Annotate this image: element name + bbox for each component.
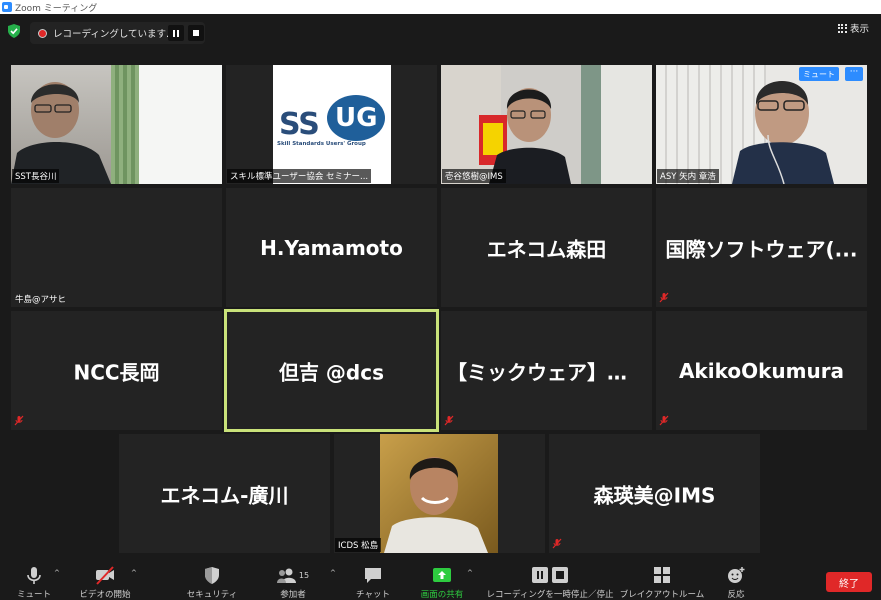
stop-recording-icon xyxy=(552,567,568,583)
video-tile[interactable]: 森瑛美@IMS xyxy=(549,434,760,553)
participant-name: ASY 矢内 章浩 xyxy=(657,169,719,183)
breakout-rooms-button[interactable]: ブレイクアウトルーム xyxy=(618,556,706,600)
logo-ss-text: SS xyxy=(279,107,320,142)
video-tile[interactable]: SST長谷川 xyxy=(11,65,222,184)
muted-mic-icon xyxy=(659,415,669,426)
participants-icon-group: 15 xyxy=(275,564,311,586)
participant-name: 牛島@アサヒ xyxy=(15,295,67,305)
chat-button[interactable]: チャット xyxy=(352,556,394,600)
mute-options-caret-icon[interactable]: ^ xyxy=(54,569,60,577)
video-tile[interactable]: エネコム-廣川 xyxy=(119,434,330,553)
participant-display-name: 【ミックウェア】あお... xyxy=(447,360,652,384)
grid-view-icon xyxy=(837,23,847,33)
meeting-toolbar: ミュート ^ ビデオの開始 ^ セキュリティ 15 参加者 ^ チャット 画面の… xyxy=(0,556,881,600)
mute-label: ミュート xyxy=(16,590,51,600)
recording-label: レコーディングしています... xyxy=(53,29,176,40)
reactions-button[interactable]: 反応 xyxy=(720,556,752,600)
video-tile[interactable]: ミュート ··· ASY 矢内 章浩 xyxy=(656,65,867,184)
participant-name: SST長谷川 xyxy=(12,169,60,183)
share-screen-icon xyxy=(433,568,451,582)
participant-display-name: エネコム-廣川 xyxy=(160,483,289,507)
chat-label: チャット xyxy=(356,590,390,600)
view-button[interactable]: 表示 xyxy=(834,20,873,36)
muted-mic-icon xyxy=(552,538,562,549)
stop-icon xyxy=(193,30,199,36)
participants-label: 参加者 xyxy=(280,590,306,600)
security-button[interactable]: セキュリティ xyxy=(185,556,239,600)
participant-display-name: エネコム森田 xyxy=(486,237,607,261)
logo-ug-text: UG xyxy=(335,103,378,133)
reactions-label: 反応 xyxy=(727,590,745,600)
video-tile[interactable]: 牛島@アサヒ xyxy=(11,188,222,307)
zoom-window: Zoom ミーティング レコーディングしています... 表示 SST長谷川 SS… xyxy=(0,0,881,600)
logo-subtitle: Skill Standards Users' Group xyxy=(277,141,366,147)
video-tile[interactable]: NCC長岡 xyxy=(11,311,222,430)
end-meeting-button[interactable]: 終了 xyxy=(826,572,872,592)
recording-controls-icon-group xyxy=(530,564,570,586)
breakout-rooms-icon xyxy=(654,567,670,583)
video-tile[interactable]: 壱谷悠樹@IMS xyxy=(441,65,652,184)
title-bar: Zoom ミーティング xyxy=(0,0,881,14)
share-options-caret-icon[interactable]: ^ xyxy=(467,569,473,577)
video-tile[interactable]: 【ミックウェア】あお... xyxy=(441,311,652,430)
muted-mic-icon xyxy=(659,292,669,303)
participant-display-name: 但吉 @dcs xyxy=(278,360,385,384)
recording-control-button[interactable]: レコーディングを一時停止／停止 xyxy=(485,556,615,600)
participant-name: 壱谷悠樹@IMS xyxy=(442,169,506,183)
view-label: 表示 xyxy=(849,24,869,35)
meeting-top-bar: レコーディングしています... 表示 xyxy=(0,14,881,50)
muted-mic-icon xyxy=(444,415,454,426)
microphone-icon xyxy=(27,567,41,584)
security-shield-icon xyxy=(205,567,219,584)
window-light xyxy=(139,65,222,184)
pause-icon xyxy=(173,29,179,37)
more-options-button[interactable]: ··· xyxy=(845,67,863,81)
participants-icon xyxy=(276,568,296,583)
mute-button[interactable]: ミュート xyxy=(14,556,54,600)
participant-video-image xyxy=(732,81,834,184)
video-tile[interactable]: SS UG Skill Standards Users' Group スキル標準… xyxy=(226,65,437,184)
participants-options-caret-icon[interactable]: ^ xyxy=(330,569,336,577)
participant-display-name: H.Yamamoto xyxy=(260,235,403,260)
video-tile[interactable]: ICDS 松島 xyxy=(334,434,545,553)
video-tile[interactable]: エネコム森田 xyxy=(441,188,652,307)
reactions-emoji-icon xyxy=(728,567,745,583)
active-speaker-tile[interactable]: 但吉 @dcs xyxy=(224,309,439,432)
video-tile[interactable]: 国際ソフトウェア(... xyxy=(656,188,867,307)
breakout-rooms-label: ブレイクアウトルーム xyxy=(619,590,705,600)
encryption-shield-icon[interactable] xyxy=(8,24,20,38)
start-video-label: ビデオの開始 xyxy=(79,590,131,600)
chat-icon xyxy=(365,568,381,583)
start-video-button[interactable]: ビデオの開始 xyxy=(75,556,135,600)
participant-name: ICDS 松島 xyxy=(335,538,382,552)
participant-display-name: 森瑛美@IMS xyxy=(593,483,716,507)
window-title: Zoom ミーティング xyxy=(15,3,98,14)
ssug-logo-panel: SS UG Skill Standards Users' Group xyxy=(273,65,391,184)
muted-mic-icon xyxy=(14,415,24,426)
participant-display-name: AkikoOkumura xyxy=(678,358,845,383)
participant-display-name: 国際ソフトウェア(... xyxy=(665,237,858,261)
recording-control-label: レコーディングを一時停止／停止 xyxy=(486,590,614,600)
mute-participant-button[interactable]: ミュート xyxy=(799,67,839,81)
share-screen-label: 画面の共有 xyxy=(420,590,464,600)
participant-name: スキル標準ユーザー協会 セミナー... xyxy=(227,169,372,183)
participant-video-image xyxy=(479,88,571,184)
participant-display-name: NCC長岡 xyxy=(73,360,160,384)
pause-recording-button[interactable] xyxy=(168,25,184,41)
participants-button[interactable]: 15 参加者 xyxy=(270,556,316,600)
pause-recording-icon xyxy=(532,567,548,583)
stop-recording-button[interactable] xyxy=(188,25,204,41)
video-off-icon xyxy=(96,566,114,585)
video-tile[interactable]: H.Yamamoto xyxy=(226,188,437,307)
security-label: セキュリティ xyxy=(186,590,238,600)
participants-count: 15 xyxy=(298,570,310,580)
video-tile[interactable]: AkikoOkumura xyxy=(656,311,867,430)
participant-video-image xyxy=(11,82,111,184)
participant-video-image xyxy=(384,457,488,553)
video-options-caret-icon[interactable]: ^ xyxy=(131,569,137,577)
recording-indicator: レコーディングしています... xyxy=(30,22,205,44)
recording-dot-icon xyxy=(38,28,47,38)
share-screen-button[interactable]: 画面の共有 xyxy=(416,556,468,600)
zoom-logo-icon xyxy=(2,2,12,12)
